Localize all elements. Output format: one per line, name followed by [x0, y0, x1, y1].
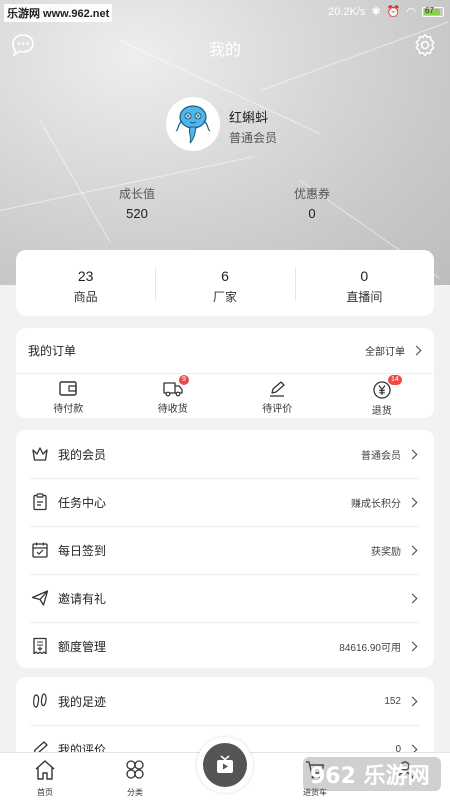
chevron-right-icon	[407, 696, 418, 706]
pending-receipt-badge: 9	[179, 375, 189, 385]
count-products-label: 商品	[73, 290, 98, 304]
menu-item-value: 84616.90可用	[339, 642, 401, 654]
tab-home[interactable]: 首页	[0, 753, 90, 800]
chevron-right-icon	[407, 545, 418, 555]
count-manufacturers-label: 厂家	[212, 290, 237, 304]
watermark-logo: 962 乐游网	[303, 757, 441, 791]
count-manufacturers[interactable]: 6 厂家	[155, 250, 294, 316]
coupon-stat[interactable]: 优惠券 0	[252, 185, 372, 221]
returns-badge: 14	[388, 375, 402, 385]
count-live-rooms-label: 直播间	[346, 290, 383, 304]
growth-stat[interactable]: 成长值 520	[77, 185, 197, 221]
chevron-right-icon	[407, 641, 418, 651]
menu-item-credit-management[interactable]: 额度管理 84616.90可用	[16, 622, 434, 670]
order-pending-payment[interactable]: 待付款	[16, 374, 121, 418]
network-speed: 20.2K/s	[328, 5, 366, 18]
watermark-text: 962 乐游网	[310, 763, 430, 789]
counts-card: 23 商品 6 厂家 0 直播间	[16, 250, 434, 316]
avatar[interactable]	[166, 97, 220, 151]
menu-item-daily-checkin[interactable]: 每日签到 获奖励	[16, 526, 434, 574]
menu-item-value: 赚成长积分	[351, 498, 401, 510]
tab-category-label: 分类	[127, 788, 143, 797]
count-live-rooms[interactable]: 0 直播间	[294, 250, 434, 316]
footprint-icon	[33, 693, 47, 708]
live-icon	[217, 755, 233, 773]
coupon-value: 0	[308, 206, 316, 221]
menu-item-task-center[interactable]: 任务中心 赚成长积分	[16, 478, 434, 526]
growth-label: 成长值	[118, 187, 155, 201]
order-returns[interactable]: 14 退货	[330, 374, 435, 418]
category-icon	[126, 760, 144, 779]
wifi-icon: ◠	[406, 6, 416, 18]
order-returns-label: 退货	[371, 406, 392, 417]
chevron-right-icon	[407, 497, 418, 507]
order-pending-receipt[interactable]: 9 待收货	[121, 374, 226, 418]
coupon-label: 优惠券	[293, 187, 330, 201]
menu-item-label: 我的足迹	[58, 694, 107, 709]
menu-item-footprints[interactable]: 我的足迹 152	[16, 677, 434, 725]
tab-category[interactable]: 分类	[90, 753, 180, 800]
site-watermark-text: 乐游网 www.962.net	[4, 4, 113, 22]
bluetooth-icon: ✱	[371, 6, 381, 18]
receipt-icon	[33, 637, 47, 655]
order-pending-payment-label: 待付款	[53, 404, 84, 415]
count-live-rooms-number: 0	[360, 268, 369, 284]
home-icon	[35, 760, 55, 780]
page-title: 我的	[208, 42, 241, 59]
menu-item-label: 每日签到	[58, 543, 107, 558]
tab-home-label: 首页	[37, 788, 53, 797]
menu-item-value: 普通会员	[361, 450, 401, 462]
paper-plane-icon	[31, 590, 49, 606]
menu-item-invite[interactable]: 邀请有礼	[16, 574, 434, 622]
chevron-right-icon	[407, 593, 418, 603]
user-level: 普通会员	[229, 131, 278, 145]
count-products-number: 23	[77, 268, 94, 284]
menu-item-label: 邀请有礼	[58, 591, 107, 606]
orders-title: 我的订单	[28, 344, 77, 358]
top-bar: 我的	[0, 30, 450, 60]
menu-item-value: 152	[384, 695, 401, 707]
alarm-icon: ⏰	[386, 6, 401, 18]
services-menu: 我的会员 普通会员 任务中心 赚成长积分 每日签到 获奖励 邀请有礼 额度管理 …	[16, 430, 434, 668]
orders-header[interactable]: 我的订单 全部订单	[16, 328, 434, 374]
menu-item-membership[interactable]: 我的会员 普通会员	[16, 430, 434, 478]
settings-gear-icon[interactable]	[412, 32, 438, 58]
menu-item-value: 获奖励	[371, 546, 401, 558]
growth-value: 520	[126, 206, 148, 221]
order-pending-receipt-label: 待收货	[157, 404, 188, 415]
calendar-icon	[32, 542, 48, 558]
user-name: 红蝌蚪	[229, 110, 269, 125]
all-orders-link[interactable]: 全部订单	[365, 343, 405, 358]
count-products[interactable]: 23 商品	[16, 250, 155, 316]
order-pending-review[interactable]: 待评价	[225, 374, 330, 418]
order-pending-review-label: 待评价	[262, 404, 293, 415]
chevron-right-icon	[411, 345, 422, 356]
chevron-right-icon	[407, 449, 418, 459]
menu-item-label: 任务中心	[58, 495, 107, 510]
status-bar: 乐游网 www.962.net 20.2K/s ✱ ⏰ ◠ 67	[0, 0, 450, 24]
menu-item-label: 我的会员	[58, 447, 107, 462]
menu-item-label: 额度管理	[58, 639, 107, 654]
live-center-button[interactable]	[197, 737, 253, 793]
count-manufacturers-number: 6	[221, 268, 229, 284]
orders-card: 我的订单 全部订单 待付款 9 待收货 待评价 14 退货	[16, 328, 434, 418]
wallet-icon	[59, 381, 77, 396]
crown-icon	[32, 447, 48, 461]
battery-icon: 67	[422, 6, 444, 17]
clipboard-icon	[33, 493, 47, 511]
pen-icon	[270, 381, 285, 397]
